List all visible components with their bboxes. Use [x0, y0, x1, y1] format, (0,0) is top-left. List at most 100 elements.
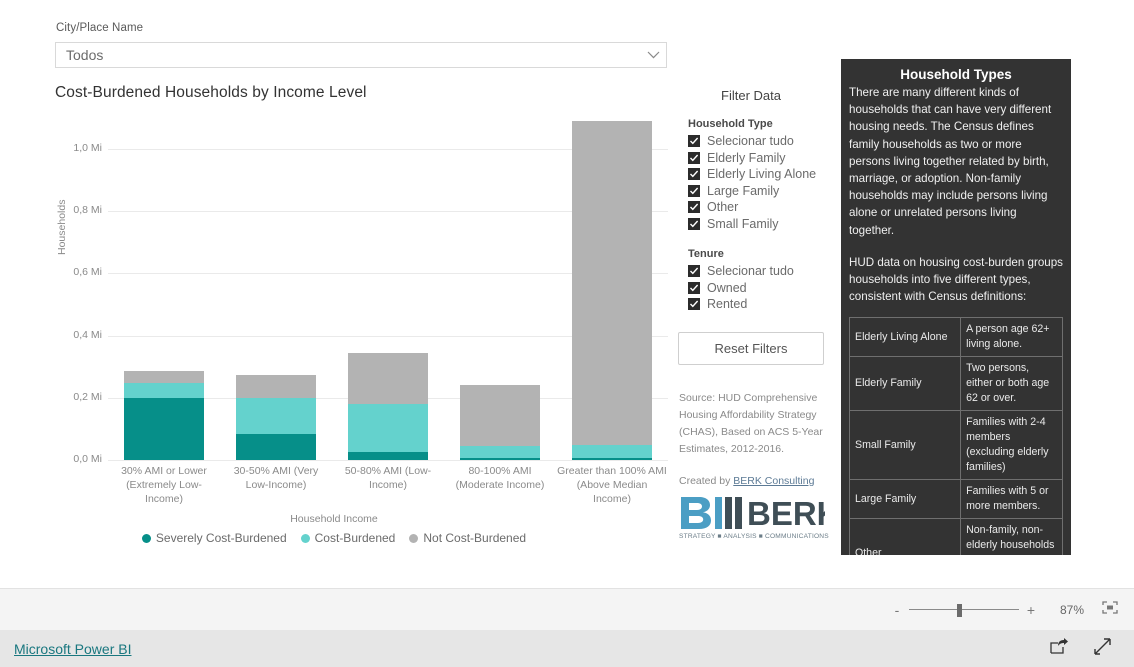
- slicer-selected-value: Todos: [66, 47, 104, 63]
- household-type-term: Elderly Family: [848, 356, 962, 412]
- filter-checkbox-row[interactable]: Owned: [688, 281, 747, 295]
- filter-checkbox-row[interactable]: Small Family: [688, 217, 779, 231]
- checkbox-checked-icon[interactable]: [688, 201, 700, 213]
- checkbox-checked-icon[interactable]: [688, 151, 700, 164]
- bar-column[interactable]: [460, 384, 540, 460]
- source-note: Source: HUD Comprehensive Housing Afford…: [679, 392, 823, 455]
- created-by-prefix: Created by: [679, 475, 734, 487]
- filter-checkbox-label: Rented: [707, 297, 748, 311]
- table-row: Small Family Families with 2-4 members (e…: [848, 410, 1063, 481]
- filter-checkbox-row[interactable]: Large Family: [688, 184, 779, 198]
- legend-label: Not Cost-Burdened: [423, 531, 527, 545]
- share-icon[interactable]: [1050, 637, 1069, 660]
- y-axis-tick-label: 0,2 Mi: [73, 390, 102, 403]
- chart-plot-area[interactable]: 0,0 Mi 0,2 Mi 0,4 Mi 0,6 Mi 0,8 Mi 1,0 Mi: [73, 118, 668, 465]
- bar-segment[interactable]: [236, 433, 316, 460]
- zoom-in-button[interactable]: +: [1026, 602, 1036, 618]
- checkbox-checked-icon[interactable]: [688, 217, 700, 230]
- chevron-down-icon[interactable]: [640, 51, 666, 59]
- filter-checkbox-row[interactable]: Rented: [688, 297, 747, 311]
- info-panel-title: Household Types: [900, 67, 1012, 82]
- zoom-slider-track: [909, 609, 1019, 610]
- table-row: Elderly Family Two persons, either or bot…: [848, 356, 1063, 412]
- household-type-definition: Families with 5 or more members.: [960, 479, 1063, 520]
- legend-item[interactable]: Not Cost-Burdened: [409, 531, 526, 545]
- household-type-term: Other: [848, 518, 962, 555]
- filter-checkbox-label: Small Family: [707, 216, 779, 231]
- info-paragraph-1: There are many different kinds of househ…: [849, 86, 1052, 237]
- bar-segment[interactable]: [460, 445, 540, 459]
- filter-checkbox-row[interactable]: Selecionar tudo: [688, 264, 794, 278]
- fit-to-page-icon[interactable]: [1102, 600, 1118, 619]
- zoom-out-button[interactable]: -: [892, 602, 902, 618]
- bar-segment[interactable]: [124, 383, 204, 399]
- info-paragraph-2: HUD data on housing cost-burden groups h…: [849, 255, 1063, 304]
- bar-column[interactable]: [572, 121, 652, 460]
- bar-column[interactable]: [236, 375, 316, 460]
- bar-column[interactable]: [124, 371, 204, 460]
- bar-segment[interactable]: [348, 452, 428, 460]
- fullscreen-icon[interactable]: [1093, 637, 1112, 661]
- y-axis-tick-label: 0,0 Mi: [73, 453, 102, 465]
- bar-segment[interactable]: [124, 371, 204, 384]
- household-type-term: Large Family: [848, 479, 962, 520]
- filter-checkbox-row[interactable]: Elderly Family: [688, 151, 786, 165]
- zoom-slider[interactable]: [909, 603, 1019, 617]
- legend-color-swatch: [300, 533, 310, 543]
- bar-segment[interactable]: [236, 375, 316, 398]
- checkbox-checked-icon[interactable]: [688, 265, 700, 277]
- household-type-definition: Families with 2-4 members (excluding eld…: [960, 410, 1063, 481]
- svg-text:BERK: BERK: [747, 495, 825, 532]
- legend-item[interactable]: Cost-Burdened: [300, 531, 396, 545]
- table-row: Other Non-family, non-elderly households …: [848, 518, 1063, 555]
- status-bar: - + 87%: [0, 589, 1134, 630]
- bar-segment[interactable]: [572, 121, 652, 446]
- legend-label: Severely Cost-Burdened: [155, 531, 287, 545]
- filter-checkbox-row[interactable]: Selecionar tudo: [688, 134, 794, 148]
- slicer-label: City/Place Name: [56, 22, 144, 34]
- legend-item[interactable]: Severely Cost-Burdened: [141, 531, 287, 545]
- filter-checkbox-label: Selecionar tudo: [707, 134, 794, 148]
- city-place-name-dropdown[interactable]: Todos: [55, 42, 667, 68]
- bar-segment[interactable]: [348, 352, 428, 405]
- bar-segment[interactable]: [236, 397, 316, 434]
- filter-checkbox-row[interactable]: Elderly Living Alone: [688, 167, 816, 181]
- bar-segment[interactable]: [572, 458, 652, 460]
- zoom-control[interactable]: - +: [892, 602, 1036, 618]
- microsoft-power-bi-link[interactable]: Microsoft Power BI: [14, 641, 131, 657]
- filter-checkbox-row[interactable]: Other: [688, 200, 738, 214]
- x-axis-tick-label: 30-50% AMI (Very Low-Income): [233, 465, 319, 491]
- x-axis-tick-label: Greater than 100% AMI (Above Median Inco…: [557, 465, 667, 505]
- filter-checkbox-label: Elderly Family: [707, 150, 786, 165]
- berk-logo-tagline: STRATEGY ■ ANALYSIS ■ COMMUNICATIONS: [679, 533, 829, 540]
- checkbox-checked-icon[interactable]: [688, 135, 700, 147]
- berk-consulting-link[interactable]: BERK Consulting: [733, 475, 814, 487]
- berk-logo: BERK: [679, 494, 841, 537]
- filter-checkbox-label: Elderly Living Alone: [707, 167, 817, 181]
- checkbox-checked-icon[interactable]: [688, 184, 700, 197]
- legend-label: Cost-Burdened: [314, 531, 396, 545]
- bar-segment[interactable]: [460, 384, 540, 446]
- legend-color-swatch: [141, 533, 151, 543]
- filter-checkbox-label: Other: [707, 200, 739, 214]
- chart-legend[interactable]: Severely Cost-Burdened Cost-Burdened Not C…: [0, 531, 668, 545]
- checkbox-checked-icon[interactable]: [688, 281, 700, 294]
- reset-filters-button[interactable]: Reset Filters: [678, 332, 824, 365]
- y-axis-tick-label: 0,8 Mi: [73, 204, 102, 217]
- bar-segment[interactable]: [460, 458, 540, 460]
- checkbox-checked-icon[interactable]: [688, 298, 700, 310]
- bar-column[interactable]: [348, 352, 428, 460]
- filter-checkbox-label: Large Family: [707, 183, 780, 198]
- household-type-definition: Two persons, either or both age 62 or ov…: [960, 356, 1063, 412]
- bar-segment[interactable]: [124, 398, 204, 460]
- bar-segment[interactable]: [348, 404, 428, 453]
- zoom-slider-thumb[interactable]: [957, 603, 962, 617]
- x-axis-tick-label: 80-100% AMI (Moderate Income): [455, 465, 545, 491]
- zoom-percent-value: 87%: [1059, 602, 1084, 617]
- y-axis-tick-label: 1,0 Mi: [73, 142, 102, 155]
- gridline: [108, 460, 668, 461]
- checkbox-checked-icon[interactable]: [688, 168, 700, 180]
- filter-checkbox-label: Selecionar tudo: [707, 264, 794, 278]
- household-type-definition: Non-family, non-elderly households (incl…: [960, 518, 1063, 555]
- bar-segment[interactable]: [572, 445, 652, 459]
